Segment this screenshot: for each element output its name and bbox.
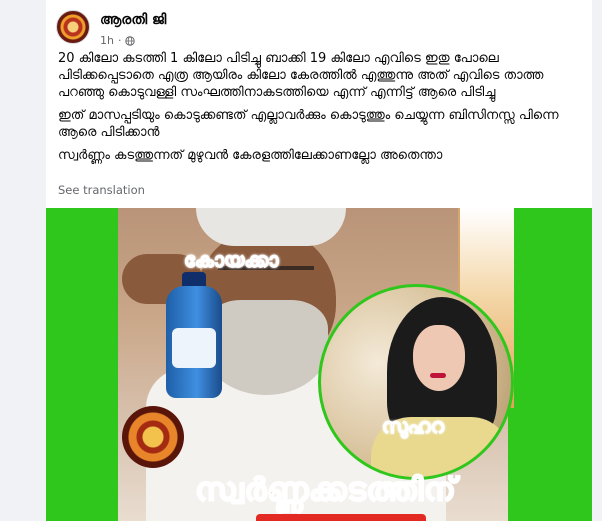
globe-icon: [125, 35, 136, 46]
post-image[interactable]: കോയക്കാ സുഹറ സ്വർണ്ണക്കടത്തിന്: [46, 208, 592, 521]
woman-lips: [430, 373, 446, 378]
post-paragraph-3: സ്വർണ്ണം കടത്തുന്നത് മുഴുവൻ കേരളത്തിലേക്…: [58, 148, 443, 163]
post-meta: 1h ·: [100, 34, 136, 47]
man-beard: [204, 300, 328, 395]
caption-cropped-line: [256, 514, 426, 521]
page-logo: [122, 406, 184, 468]
label-woman: സുഹറ: [382, 414, 445, 439]
post-paragraph-1: 20 കിലോ കടത്തി 1 കിലോ പിടിച്ചു ബാക്കി 19…: [58, 51, 544, 100]
meta-separator: ·: [117, 34, 122, 47]
post-time[interactable]: 1h: [100, 34, 114, 47]
right-margin: [592, 0, 602, 521]
man-cap: [196, 208, 346, 246]
post-header: ആരതി ജി 1h ·: [56, 10, 576, 50]
post-paragraph-2: ഇത് മാസപ്പടിയും കൊടുക്കണ്ടത് എല്ലാവർക്കു…: [58, 108, 559, 140]
see-translation-link[interactable]: See translation: [58, 183, 145, 197]
woman-face: [413, 325, 465, 391]
post-text: 20 കിലോ കടത്തി 1 കിലോ പിടിച്ചു ബാക്കി 19…: [58, 50, 576, 170]
bottle-label: [172, 328, 216, 368]
left-margin: [0, 0, 46, 521]
label-top: കോയക്കാ: [183, 248, 279, 273]
feed-post: ആരതി ജി 1h · 20 കിലോ കടത്തി 1 കിലോ പിടിച…: [46, 0, 592, 521]
author-name[interactable]: ആരതി ജി: [100, 12, 166, 28]
author-avatar[interactable]: [56, 10, 90, 44]
image-caption: സ്വർണ്ണക്കടത്തിന്: [194, 471, 457, 509]
woman-circle-photo: [318, 284, 514, 480]
